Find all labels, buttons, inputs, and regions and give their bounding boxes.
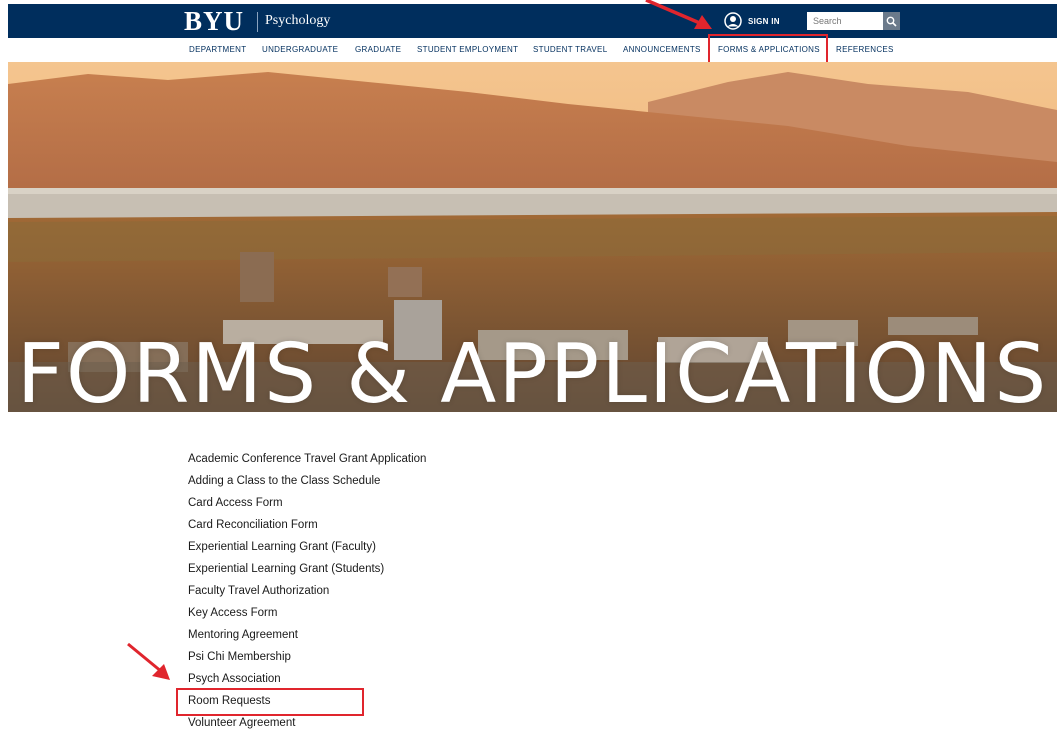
form-link[interactable]: Experiential Learning Grant (Faculty) — [188, 536, 426, 558]
form-link[interactable]: Card Reconciliation Form — [188, 514, 426, 536]
form-link[interactable]: Adding a Class to the Class Schedule — [188, 470, 426, 492]
nav-forms-applications[interactable]: FORMS & APPLICATIONS — [718, 45, 820, 55]
top-bar: BYU Psychology SIGN IN — [8, 4, 1057, 38]
form-link[interactable]: Faculty Travel Authorization — [188, 580, 426, 602]
form-link[interactable]: Academic Conference Travel Grant Applica… — [188, 448, 426, 470]
form-link[interactable]: Psych Association — [188, 668, 426, 690]
nav-department[interactable]: DEPARTMENT — [189, 45, 246, 55]
nav-announcements[interactable]: ANNOUNCEMENTS — [623, 45, 701, 55]
magnifier-icon — [886, 16, 897, 27]
nav-student-employment[interactable]: STUDENT EMPLOYMENT — [417, 45, 518, 55]
main-nav: DEPARTMENT UNDERGRADUATE GRADUATE STUDEN… — [8, 34, 1057, 64]
nav-undergraduate[interactable]: UNDERGRADUATE — [262, 45, 338, 55]
list-annotation-arrow-icon — [127, 642, 170, 680]
form-link[interactable]: Card Access Form — [188, 492, 426, 514]
form-link[interactable]: Psi Chi Membership — [188, 646, 426, 668]
nav-references[interactable]: REFERENCES — [836, 45, 894, 55]
forms-list: Academic Conference Travel Grant Applica… — [188, 448, 426, 734]
search-button[interactable] — [883, 12, 900, 30]
form-link[interactable]: Mentoring Agreement — [188, 624, 426, 646]
search-input[interactable] — [807, 12, 883, 30]
nav-student-travel[interactable]: STUDENT TRAVEL — [533, 45, 607, 55]
user-circle-icon — [724, 12, 742, 30]
room-requests-link[interactable]: Room Requests — [188, 690, 426, 712]
form-link[interactable]: Experiential Learning Grant (Students) — [188, 558, 426, 580]
nav-graduate[interactable]: GRADUATE — [355, 45, 401, 55]
hero-banner: FORMS & APPLICATIONS — [8, 62, 1057, 412]
page-title: FORMS & APPLICATIONS — [16, 327, 1049, 413]
sign-in-label: SIGN IN — [748, 16, 780, 26]
sign-in-link[interactable]: SIGN IN — [724, 10, 780, 32]
department-name[interactable]: Psychology — [265, 12, 330, 30]
byu-logo[interactable]: BYU — [184, 7, 244, 35]
form-link[interactable]: Key Access Form — [188, 602, 426, 624]
logo-divider — [257, 12, 258, 32]
form-link[interactable]: Volunteer Agreement — [188, 712, 426, 734]
